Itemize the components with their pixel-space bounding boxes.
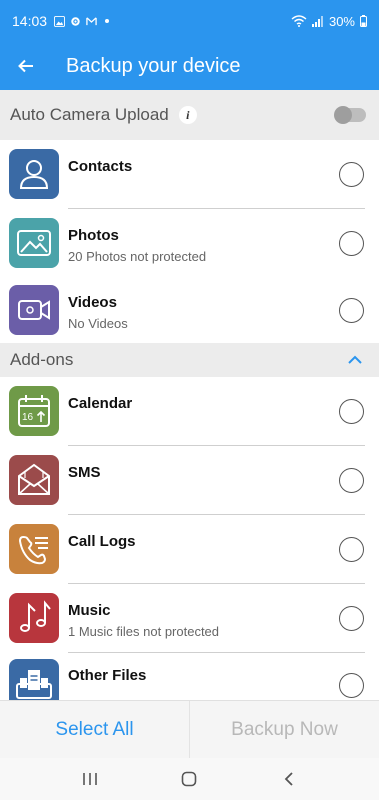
home-button[interactable]: [178, 768, 200, 790]
nav-back-button[interactable]: [278, 768, 300, 790]
status-bar: 14:03 30%: [0, 0, 379, 42]
auto-camera-upload-row: Auto Camera Upload i: [0, 90, 379, 140]
item-title: SMS: [68, 464, 101, 481]
recent-apps-icon: [83, 773, 97, 785]
home-icon: [182, 771, 197, 787]
back-button[interactable]: [0, 42, 52, 90]
list-item-sms[interactable]: SMS: [0, 446, 379, 515]
addons-header[interactable]: Add-ons: [0, 343, 379, 377]
chevron-left-icon: [284, 772, 293, 786]
sms-tile: [9, 455, 59, 505]
item-title: Other Files: [68, 667, 147, 684]
item-title: Videos: [68, 294, 117, 311]
image-icon: [17, 230, 51, 256]
gallery-icon: [54, 15, 66, 27]
person-icon: [19, 160, 49, 189]
calendar-day-number: 16: [22, 412, 34, 423]
gmail-icon: [86, 16, 97, 25]
select-radio[interactable]: [339, 606, 364, 631]
calendar-tile: 16: [9, 386, 59, 436]
select-radio[interactable]: [339, 468, 364, 493]
files-icon: [16, 670, 52, 699]
list-item-photos[interactable]: Photos 20 Photos not protected: [0, 209, 379, 278]
item-title: Photos: [68, 227, 119, 244]
call-logs-tile: [9, 524, 59, 574]
battery-icon: [360, 15, 367, 27]
envelope-icon: [18, 463, 50, 495]
wifi-icon: [291, 15, 307, 27]
phone-icon: [18, 535, 48, 565]
battery-percent: 30%: [328, 13, 355, 29]
item-title: Music: [68, 602, 111, 619]
select-radio[interactable]: [339, 673, 364, 698]
addons-label: Add-ons: [10, 350, 74, 369]
auto-upload-toggle[interactable]: [334, 106, 366, 124]
item-subtitle: 20 Photos not protected: [68, 249, 207, 264]
list-item-other-files[interactable]: Other Files: [0, 653, 379, 700]
select-radio[interactable]: [339, 537, 364, 562]
other-files-tile: [9, 659, 59, 700]
system-nav-bar: [0, 758, 379, 800]
list-item-call-logs[interactable]: Call Logs: [0, 515, 379, 584]
item-subtitle: No Videos: [68, 316, 128, 331]
app-bar: Backup your device: [0, 42, 379, 90]
photos-tile: [9, 218, 59, 268]
signal-icon: [311, 15, 323, 27]
contacts-tile: [9, 149, 59, 199]
item-title: Call Logs: [68, 533, 136, 550]
select-radio[interactable]: [339, 399, 364, 424]
recent-apps-button[interactable]: [79, 768, 101, 790]
select-radio[interactable]: [339, 231, 364, 256]
bottom-action-bar: Select All Backup Now: [0, 700, 379, 758]
arrow-left-icon: [18, 59, 33, 73]
chevron-up-icon[interactable]: [347, 352, 363, 368]
video-camera-icon: [18, 300, 50, 320]
select-radio[interactable]: [339, 162, 364, 187]
music-notes-icon: [20, 600, 51, 632]
list-item-contacts[interactable]: Contacts: [0, 140, 379, 209]
list-item-videos[interactable]: Videos No Videos: [0, 276, 379, 343]
status-time: 14:03: [12, 13, 48, 29]
list-item-music[interactable]: Music 1 Music files not protected: [0, 584, 379, 653]
toggle-knob: [334, 106, 352, 124]
list-item-calendar[interactable]: 16 Calendar: [0, 377, 379, 446]
calendar-icon: 16: [18, 395, 50, 427]
item-subtitle: 1 Music files not protected: [68, 624, 220, 639]
music-tile: [9, 593, 59, 643]
settings-gear-icon: [71, 16, 80, 26]
info-icon[interactable]: i: [178, 106, 197, 124]
item-title: Contacts: [68, 158, 133, 175]
select-all-button[interactable]: Select All: [0, 701, 189, 758]
notification-dot-icon: [105, 19, 110, 23]
page-title: Backup your device: [66, 54, 241, 77]
auto-camera-upload-label: Auto Camera Upload: [10, 105, 169, 124]
videos-tile: [9, 285, 59, 335]
item-title: Calendar: [68, 395, 133, 412]
backup-now-button[interactable]: Backup Now: [189, 701, 379, 758]
select-radio[interactable]: [339, 298, 364, 323]
